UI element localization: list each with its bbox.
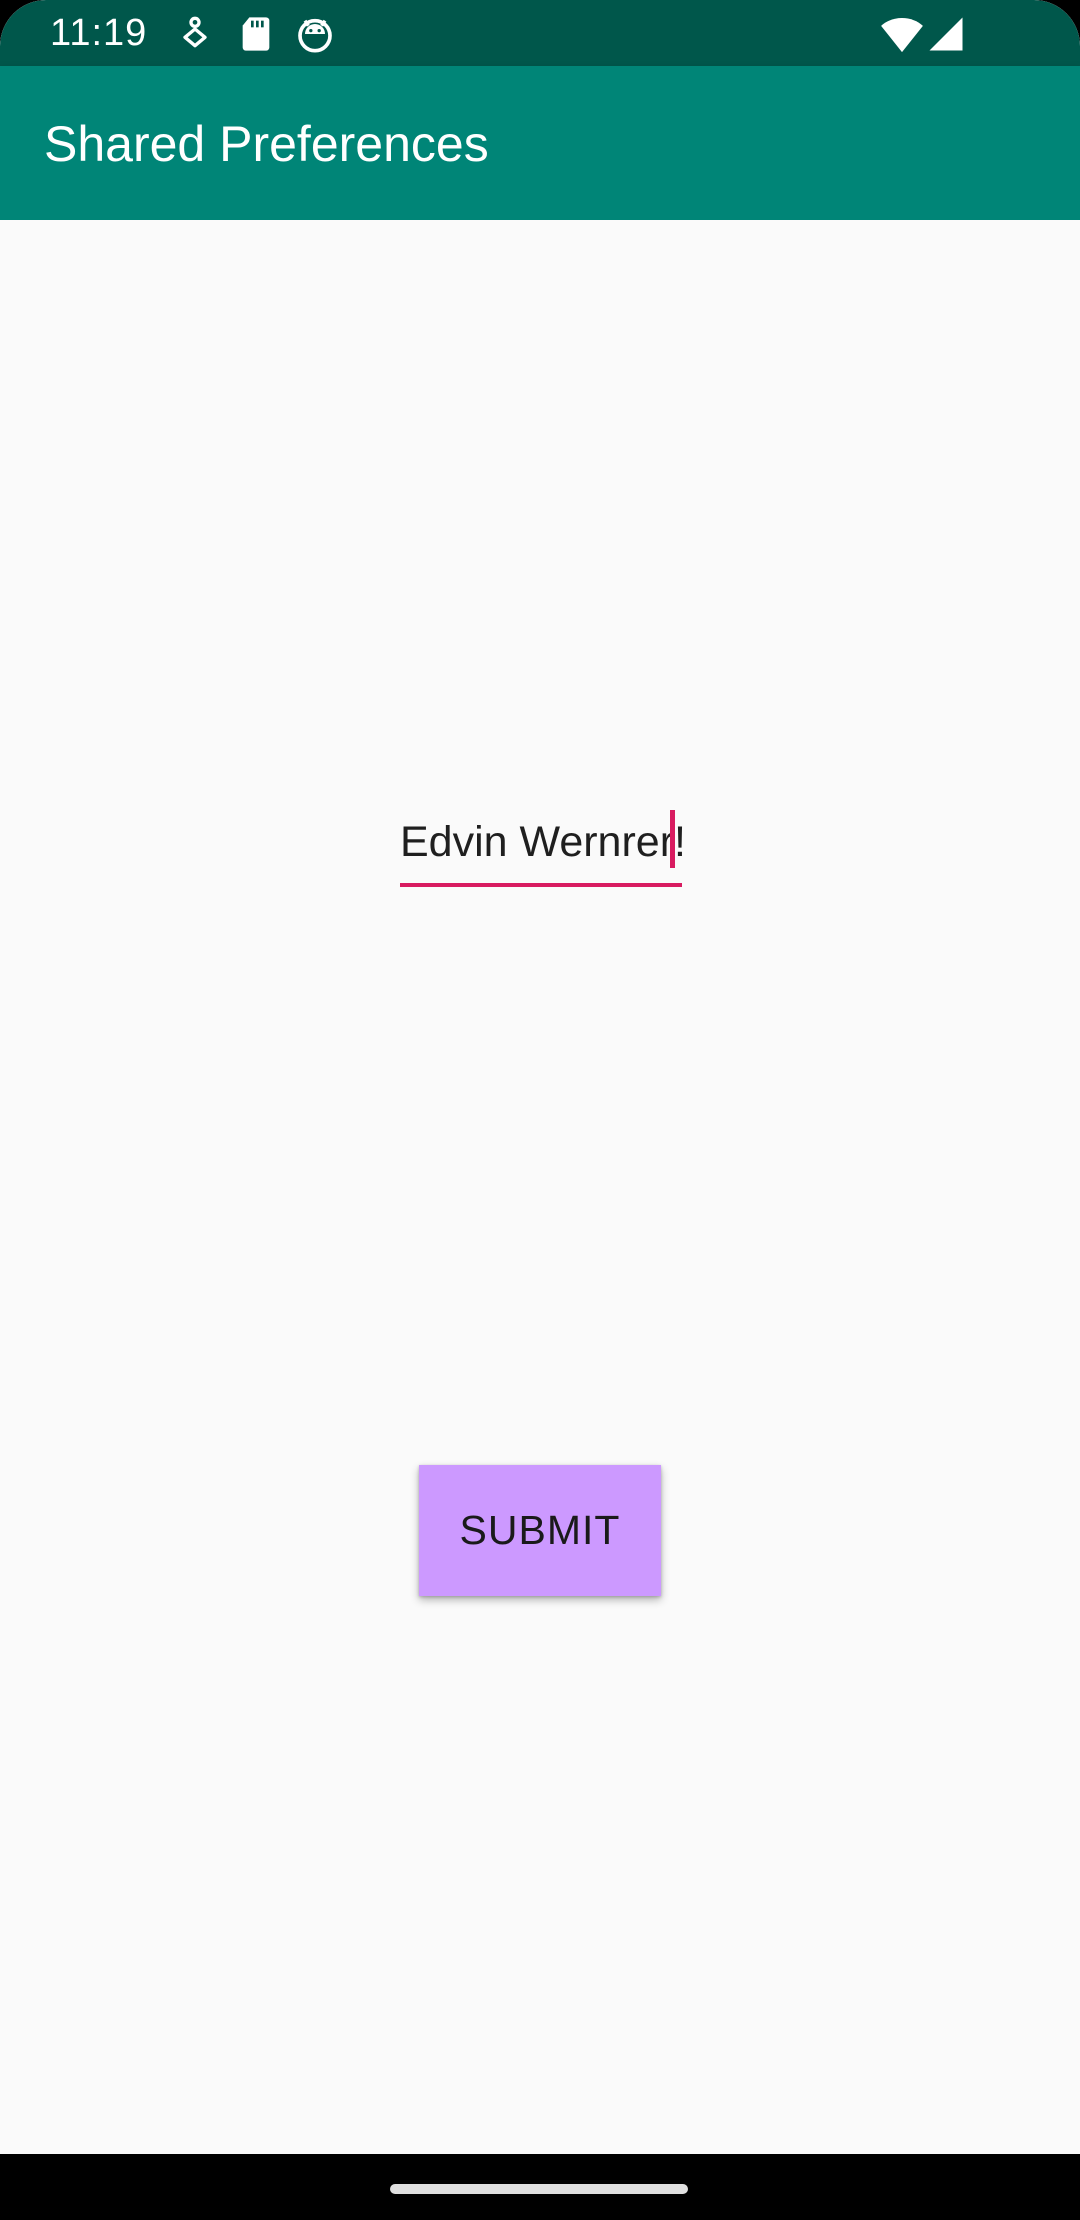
name-input-value[interactable]: Edvin Wernrer! bbox=[400, 812, 686, 872]
wifi-icon bbox=[880, 14, 924, 54]
status-time: 11:19 bbox=[50, 12, 148, 54]
accessibility-icon bbox=[175, 14, 215, 54]
app-title: Shared Preferences bbox=[44, 116, 489, 172]
submit-button[interactable]: SUBMIT bbox=[419, 1465, 661, 1596]
navigation-bar bbox=[0, 2154, 1080, 2220]
sd-card-icon bbox=[236, 14, 276, 54]
app-screen: 11:19 Shared Preferences Edvin Wernrer! … bbox=[0, 0, 1080, 2220]
input-underline bbox=[400, 883, 682, 887]
android-debug-icon bbox=[295, 14, 335, 54]
app-bar: Shared Preferences bbox=[0, 66, 1080, 220]
text-cursor bbox=[670, 810, 675, 868]
home-gesture-handle[interactable] bbox=[390, 2184, 688, 2194]
main-content: Edvin Wernrer! SUBMIT bbox=[0, 220, 1080, 2154]
status-bar: 11:19 bbox=[0, 0, 1080, 66]
cellular-signal-icon bbox=[928, 16, 964, 52]
name-input[interactable]: Edvin Wernrer! bbox=[400, 808, 686, 888]
